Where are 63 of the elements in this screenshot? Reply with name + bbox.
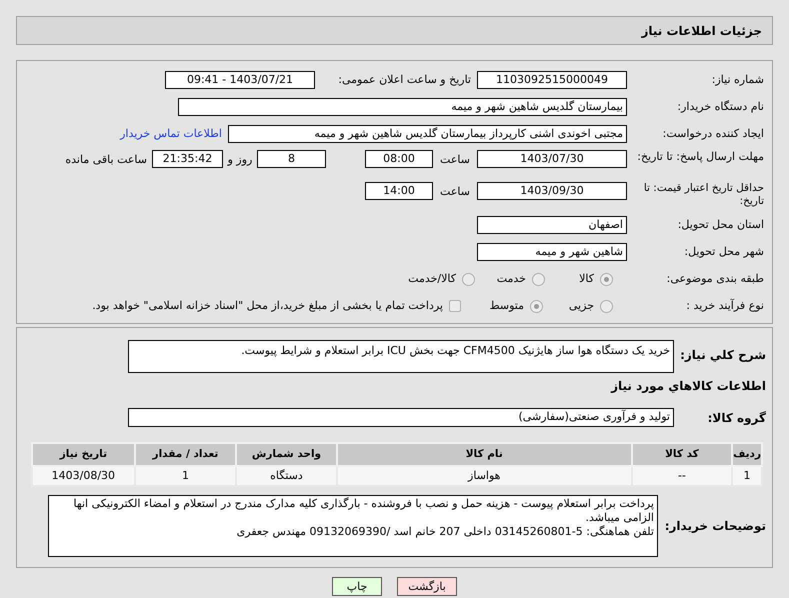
table-cell: 1403/08/30 — [32, 466, 135, 486]
option-label: کالا — [579, 270, 594, 287]
table-cell: دستگاه — [236, 466, 337, 486]
field-label: ایجاد کننده درخواست: — [662, 126, 764, 142]
field-label: ساعت — [439, 184, 471, 200]
column-header: ردیف — [732, 443, 762, 466]
table-cell: -- — [632, 466, 732, 486]
field-label: تاریخ و ساعت اعلان عمومی: — [337, 72, 471, 88]
field-label: شماره نیاز: — [710, 72, 764, 88]
field-label: روز و — [226, 152, 254, 168]
field-label: توضیحات خریدار: — [664, 518, 766, 535]
column-header: تعداد / مقدار — [134, 443, 236, 466]
column-header: واحد شمارش — [236, 443, 337, 466]
description-textarea[interactable]: خرید یک دستگاه هوا ساز هایژنیک CFM4500 جهت بخش ICU برابر استعلام و شرایط پیوست. — [128, 340, 674, 373]
field-label: حداقل تاریخ اعتبار قیمت: تا تاریخ: — [642, 182, 764, 208]
field-value: مجتبی اخوندی اشنی کارپرداز بیمارستان گلدیس شاهین شهر و میمه — [228, 125, 627, 143]
option-label: کالا/خدمت — [408, 270, 456, 287]
print-button[interactable]: چاپ — [332, 577, 382, 596]
column-header: نام کالا — [336, 443, 632, 466]
page-title: جزئیات اطلاعات نیاز — [641, 22, 762, 40]
field-value: 8 — [257, 150, 326, 168]
radio-button[interactable] — [462, 272, 475, 286]
option-label: متوسط — [489, 298, 524, 314]
field-label: ساعت باقی مانده — [65, 152, 147, 168]
option-label: جزیی — [568, 298, 594, 314]
table-cell: 1 — [732, 466, 762, 486]
section-title: اطلاعات كالاهاي مورد نياز — [610, 378, 766, 395]
checkbox[interactable] — [449, 300, 461, 312]
field-value: شاهین شهر و میمه — [477, 243, 627, 261]
radio-button[interactable] — [600, 272, 613, 286]
column-header: تاریخ نیاز — [32, 443, 135, 466]
field-value: اصفهان — [477, 216, 627, 234]
table-cell: 1 — [134, 466, 236, 486]
field-value: 1403/09/30 — [477, 182, 627, 200]
option-label: خدمت — [496, 270, 526, 287]
notes-textarea[interactable] — [48, 495, 658, 557]
notes-text: پرداخت برابر استعلام پیوست - هزینه حمل و نصب با فروشنده - بارگذاری کلیه مدارک مندرج در استعلام و امضاء الکترونیکی انها الزامی میباشد. — [72, 497, 654, 525]
field-value: 1403/07/21 - 09:41 — [165, 71, 315, 89]
field-value: تولید و فرآوری صنعتی(سفارشی) — [128, 408, 674, 427]
field-value: 1103092515000049 — [477, 71, 627, 89]
field-value: 21:35:42 — [152, 150, 223, 168]
field-value: 08:00 — [365, 150, 433, 168]
field-label: شهر محل تحویل: — [683, 244, 764, 260]
field-value: بیمارستان گلدیس شاهین شهر و میمه — [178, 98, 627, 116]
field-label: استان محل تحویل: — [676, 216, 764, 233]
field-label: شرح كلي نياز: — [679, 347, 766, 364]
radio-button[interactable] — [530, 300, 543, 312]
field-label: گروه کالا: — [706, 410, 766, 426]
field-value: 14:00 — [365, 182, 433, 200]
radio-button[interactable] — [600, 300, 613, 312]
field-label: ساعت — [439, 152, 471, 168]
contact-link[interactable]: اطلاعات تماس خریدار — [120, 126, 222, 142]
notes-text: تلفن هماهنگی: 5-03145260801 داخلی 207 خانم اسد /09132069390 مهندس جعفری — [236, 525, 654, 539]
field-label: طبقه بندی موضوعی: — [666, 270, 764, 287]
field-value: 1403/07/30 — [477, 150, 627, 168]
field-label: نوع فرآیند خرید : — [685, 298, 764, 314]
field-label: نام دستگاه خریدار: — [676, 98, 764, 115]
column-header: کد کالا — [632, 443, 732, 466]
table-cell: هواساز — [336, 466, 632, 486]
back-button[interactable]: بازگشت — [397, 577, 457, 596]
field-label: مهلت ارسال پاسخ: تا تاریخ: — [636, 150, 764, 163]
treasury-note: پرداخت تمام یا بخشی از مبلغ خرید،از محل "اسناد خزانه اسلامی" خواهد بود. — [92, 298, 443, 314]
radio-button[interactable] — [532, 272, 545, 286]
